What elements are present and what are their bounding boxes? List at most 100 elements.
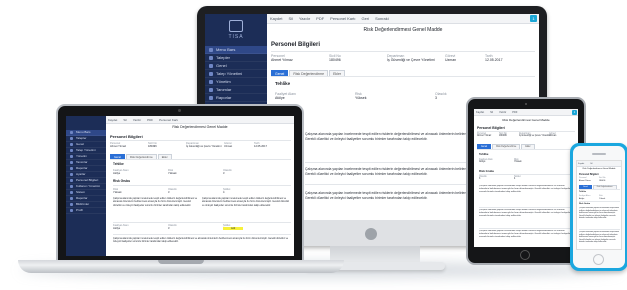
phone-screen: Kaydet Sil Risk Değerlendirmesi Genel Ma…	[576, 160, 622, 250]
sub-field-grid: Olasılık 3 Şiddet 4	[479, 176, 575, 180]
list-icon	[70, 209, 73, 212]
section-title: Risk Grubu	[113, 179, 131, 183]
sub-field-grid: Faaliyet Alanı Atölye Risk Yüksek	[579, 195, 620, 200]
delete-button[interactable]: Sil	[590, 163, 592, 165]
notification-badge[interactable]: 1	[530, 15, 537, 22]
notification-badge[interactable]: 1	[572, 109, 577, 115]
personnel-card-button[interactable]: Personel Kartı	[330, 16, 355, 21]
field-value: 180496	[599, 179, 606, 182]
field-value: 3	[223, 172, 225, 175]
phone: Kaydet Sil Risk Değerlendirmesi Genel Ma…	[570, 143, 627, 271]
home-button[interactable]	[593, 254, 604, 265]
divider	[477, 149, 575, 150]
sidebar: Menu Bars Talepler Genel Talep Yönetimi …	[66, 116, 106, 256]
back-button[interactable]: Geri	[362, 16, 370, 21]
toolbar: Kaydet Sil Yazdır PDF Personel Kartı	[106, 116, 294, 124]
divider	[271, 76, 535, 77]
list-icon	[70, 191, 73, 194]
apple-logo-icon	[365, 228, 377, 240]
field-value: Yüksek	[514, 161, 522, 163]
sidebar-item[interactable]: Genel	[205, 62, 267, 70]
sidebar-item[interactable]: Tanımlar	[205, 86, 267, 94]
field-value: Yüksek	[355, 96, 367, 100]
list-icon	[209, 55, 213, 60]
divider	[113, 234, 291, 235]
field-value: Atölye	[579, 197, 585, 200]
delete-button[interactable]: Sil	[490, 111, 493, 114]
home-button[interactable]	[520, 250, 530, 260]
field-value: Atölye	[479, 161, 486, 163]
divider	[113, 185, 291, 186]
save-button[interactable]: Kaydet	[578, 163, 584, 165]
field-value: 180496	[329, 58, 341, 62]
sidebar-menu-header[interactable]: Menu Bars	[205, 46, 267, 54]
tablet-screen: Kaydet Sil Yazdır PDF 1 Risk Değerlendir…	[474, 109, 578, 247]
description-text: Çalışma alanında yapılan incelemede tesp…	[202, 197, 290, 207]
divider	[271, 51, 535, 52]
pdf-button[interactable]: PDF	[512, 111, 517, 114]
section-title: Tehlike	[479, 152, 489, 156]
field-value: 12.05.2017	[485, 58, 503, 62]
description-text: Çalışma alanında yapılan incelemede tesp…	[579, 207, 620, 219]
personnel-card-button[interactable]: Personel Kartı	[159, 118, 178, 122]
camera-icon	[178, 109, 181, 112]
section-title: Tehlike	[113, 162, 124, 166]
list-icon	[70, 143, 73, 146]
page-title: Personel Bilgileri	[110, 134, 143, 139]
section-title: Tehlike	[579, 191, 587, 193]
field-value: Yüksek	[113, 191, 122, 194]
delete-button[interactable]: Sil	[288, 16, 292, 21]
field-value: Atölye	[113, 172, 121, 175]
section-title: Risk Grubu	[579, 203, 591, 205]
field-value: Uzman	[224, 145, 233, 148]
field-grid: Personel Ahmet Yılmaz Sicil No 180496 Depa…	[110, 142, 291, 148]
field-value: 4	[514, 178, 516, 180]
sidebar-item[interactable]: Yönetim	[205, 78, 267, 86]
pdf-button[interactable]: PDF	[316, 16, 324, 21]
field-value: Uzman	[445, 58, 457, 62]
field-value: 3	[479, 178, 481, 180]
next-button[interactable]: Sonraki	[375, 16, 389, 21]
description-text: Çalışma alanında yapılan incelemede tesp…	[479, 185, 571, 193]
save-button[interactable]: Kaydet	[270, 16, 282, 21]
list-icon	[70, 161, 73, 164]
sidebar-item[interactable]: Profil	[66, 208, 106, 214]
sub-field-grid: Faaliyet Alanı Atölye Olasılık 3 Şiddet Aci…	[113, 224, 291, 230]
pdf-button[interactable]: PDF	[147, 118, 153, 122]
list-icon	[70, 179, 73, 182]
print-button[interactable]: Yazdır	[299, 16, 310, 21]
field-value: 3	[168, 191, 170, 194]
field-value: Atölye	[113, 227, 121, 230]
list-icon	[209, 87, 213, 92]
menu-icon	[70, 131, 73, 134]
record-title: Risk Değerlendirmesi Genel Madde	[363, 27, 443, 33]
toolbar: Kaydet Sil Yazdır PDF Personel Kartı Ger…	[267, 14, 539, 24]
list-icon	[70, 149, 73, 152]
sidebar-item[interactable]: Raporlar	[205, 94, 267, 102]
save-button[interactable]: Kaydet	[108, 118, 117, 122]
field-value: İş Güvenliği ve Çevre Yönetimi	[387, 58, 435, 62]
field-value: İş Güvenliği ve Çevre Yönetimi	[519, 135, 551, 137]
sidebar-item[interactable]: Talep Yönetimi	[205, 70, 267, 78]
sidebar-item[interactable]: Talepler	[205, 54, 267, 62]
print-button[interactable]: Yazdır	[133, 118, 141, 122]
section-title: Tehlike	[275, 81, 291, 86]
brand-logo: TISA	[205, 20, 267, 40]
field-grid: Personel Ahmet Yılmaz Sicil No 180496 Depa…	[271, 54, 535, 62]
speaker-icon	[592, 153, 606, 155]
field-value: 180496	[499, 135, 507, 137]
description-text: Çalışma alanında yapılan incelemede tesp…	[479, 230, 571, 238]
delete-button[interactable]: Sil	[123, 118, 126, 122]
save-button[interactable]: Kaydet	[476, 111, 484, 114]
laptop-screen: Menu Bars Talepler Genel Talep Yönetimi …	[66, 116, 294, 256]
tablet: Kaydet Sil Yazdır PDF 1 Risk Değerlendir…	[466, 97, 586, 265]
list-icon	[70, 203, 73, 206]
list-icon	[70, 167, 73, 170]
field-value: Ahmet Yılmaz	[110, 145, 127, 148]
description-text: Çalışma alanında yapılan incelemede tesp…	[113, 237, 289, 244]
field-value: 4	[223, 191, 225, 194]
print-button[interactable]: Yazdır	[499, 111, 506, 114]
field-grid: Personel Ahmet Yılmaz Sicil No 180496 Depa…	[477, 133, 575, 137]
list-icon	[70, 137, 73, 140]
divider	[110, 140, 291, 141]
